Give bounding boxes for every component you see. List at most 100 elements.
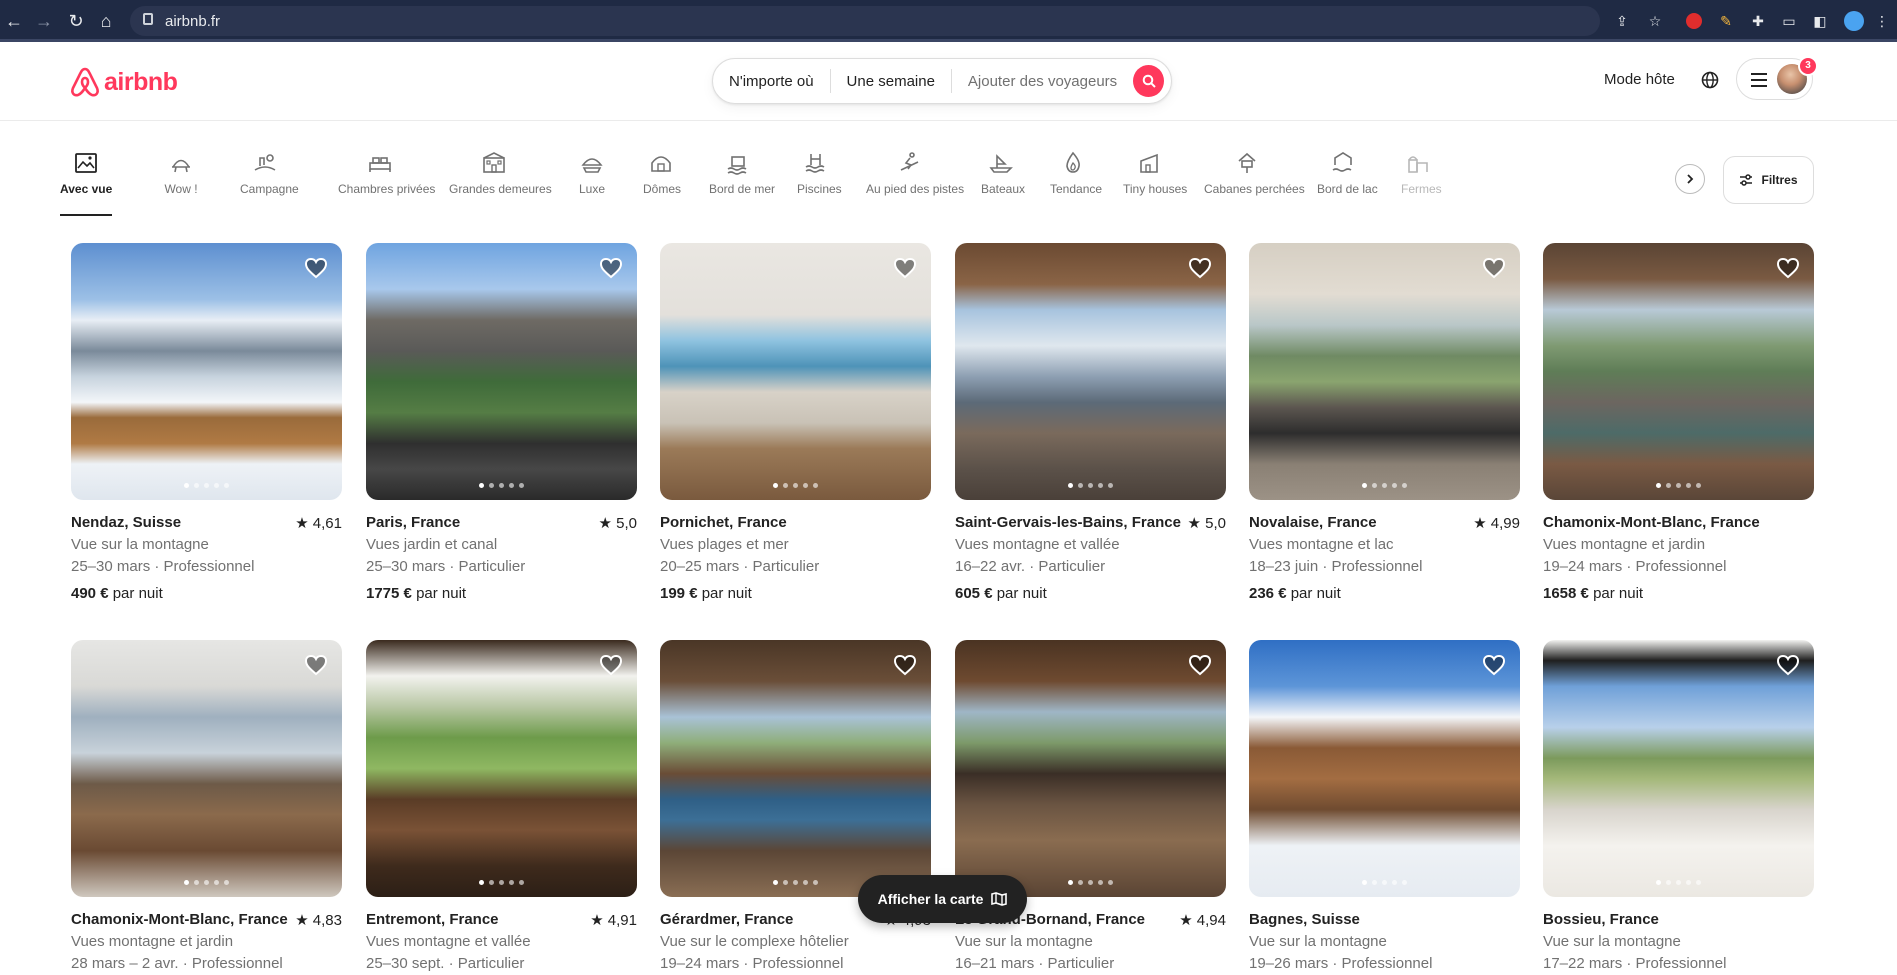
listing-rating: ★ 4,61: [295, 515, 342, 532]
category-cabanes-perchees[interactable]: Cabanes perchées: [1204, 150, 1305, 198]
category-au-pied-des-pistes[interactable]: Au pied des pistes: [866, 150, 964, 198]
heart-icon[interactable]: [893, 257, 917, 279]
category-chambres-privees[interactable]: Chambres privées: [338, 150, 435, 198]
extension-icon[interactable]: [1686, 13, 1702, 29]
listing-photo[interactable]: [1249, 640, 1520, 897]
search-when[interactable]: Une semaine: [831, 73, 951, 90]
listing-photo[interactable]: [660, 640, 931, 897]
listing-card[interactable]: Bossieu, France Vue sur la montagne 17–2…: [1543, 640, 1814, 975]
back-icon[interactable]: ←: [4, 11, 24, 31]
listing-card[interactable]: Gérardmer, France★ 4,93 Vue sur le compl…: [660, 640, 931, 975]
heart-icon[interactable]: [304, 257, 328, 279]
listing-photo[interactable]: [1543, 640, 1814, 897]
price-value: 1775 €: [366, 585, 412, 602]
airbnb-logo[interactable]: airbnb: [70, 66, 178, 98]
share-icon[interactable]: ⇪: [1612, 11, 1632, 31]
view-icon: [75, 153, 97, 173]
category-label: Au pied des pistes: [866, 182, 965, 196]
listing-card[interactable]: Chamonix-Mont-Blanc, France Vues montagn…: [1543, 243, 1814, 602]
puzzle-extension-icon[interactable]: ✚: [1748, 11, 1768, 31]
category-domes[interactable]: Dômes: [643, 150, 681, 198]
heart-icon[interactable]: [1482, 654, 1506, 676]
category-bord-de-lac[interactable]: Bord de lac: [1317, 150, 1378, 198]
bookmark-star-icon[interactable]: ☆: [1645, 11, 1665, 31]
heart-icon[interactable]: [599, 654, 623, 676]
search-bar[interactable]: N'importe où Une semaine Ajouter des voy…: [712, 58, 1172, 104]
show-map-label: Afficher la carte: [877, 891, 984, 907]
listing-view: Vue sur la montagne: [71, 536, 209, 553]
listing-photo[interactable]: [660, 243, 931, 500]
category-piscines[interactable]: Piscines: [797, 150, 842, 198]
category-wow[interactable]: Wow !: [164, 150, 198, 198]
category-campagne[interactable]: Campagne: [240, 150, 299, 198]
heart-icon[interactable]: [1188, 654, 1212, 676]
profile-icon[interactable]: [1844, 11, 1864, 31]
category-bateaux[interactable]: Bateaux: [981, 150, 1025, 198]
category-luxe[interactable]: Luxe: [577, 150, 607, 198]
cast-icon[interactable]: ▭: [1779, 11, 1799, 31]
search-icon: [1142, 74, 1156, 88]
browser-toolbar: ← → ↻ ⌂ airbnb.fr ⇪ ☆ ✎ ✚ ▭ ◧ ⋮: [0, 0, 1897, 42]
sidepanel-icon[interactable]: ◧: [1810, 11, 1830, 31]
url-text[interactable]: airbnb.fr: [165, 13, 220, 30]
listing-card[interactable]: Paris, France ★ 5,0 Vues jardin et canal …: [366, 243, 637, 602]
heart-icon[interactable]: [1776, 257, 1800, 279]
listing-photo[interactable]: [955, 640, 1226, 897]
listing-photo[interactable]: [955, 243, 1226, 500]
listing-location: Bossieu, France: [1543, 911, 1659, 928]
category-bar: Avec vue Wow ! Campagne Chambres privées…: [60, 150, 1690, 220]
listing-photo[interactable]: [71, 640, 342, 897]
mansion-icon: [482, 152, 505, 173]
category-tendance[interactable]: Tendance: [1050, 150, 1102, 198]
search-guests[interactable]: Ajouter des voyageurs: [952, 73, 1133, 90]
category-label: Cabanes perchées: [1204, 182, 1305, 196]
heart-icon[interactable]: [1776, 654, 1800, 676]
listing-photo[interactable]: [366, 243, 637, 500]
listing-view: Vues montagne et jardin: [1543, 536, 1706, 553]
search-where[interactable]: N'importe où: [713, 73, 830, 90]
photo-pagination: [1249, 880, 1520, 885]
listing-photo[interactable]: [1249, 243, 1520, 500]
listing-photo[interactable]: [366, 640, 637, 897]
globe-icon[interactable]: [1700, 70, 1720, 90]
category-tiny-houses[interactable]: Tiny houses: [1123, 150, 1187, 198]
heart-icon[interactable]: [599, 257, 623, 279]
listing-card[interactable]: Novalaise, France ★ 4,99 Vues montagne et…: [1249, 243, 1520, 602]
listing-view: Vues montagne et vallée: [366, 933, 531, 950]
heart-icon[interactable]: [1482, 257, 1506, 279]
beachfront-icon: [727, 156, 747, 175]
listing-photo[interactable]: [1543, 243, 1814, 500]
search-button[interactable]: [1133, 65, 1165, 97]
listing-card[interactable]: Bagnes, Suisse Vue sur la montagne 19–26…: [1249, 640, 1520, 975]
user-menu-button[interactable]: 3: [1736, 56, 1818, 100]
host-mode-link[interactable]: Mode hôte: [1604, 71, 1675, 88]
listing-card[interactable]: Chamonix-Mont-Blanc, France ★ 4,83 Vues m…: [71, 640, 342, 975]
listing-card[interactable]: Entremont, France ★ 4,91 Vues montagne et…: [366, 640, 637, 975]
show-map-button[interactable]: Afficher la carte: [858, 875, 1027, 923]
category-label: Piscines: [797, 182, 842, 196]
chevron-right-icon: [1687, 174, 1694, 184]
listing-dates: 19–24 mars · Professionnel: [1543, 558, 1727, 575]
home-icon[interactable]: ⌂: [96, 11, 116, 31]
filters-button[interactable]: Filtres: [1723, 156, 1814, 204]
category-label: Luxe: [578, 182, 606, 196]
listing-card[interactable]: Le Grand-Bornand, France ★ 4,94 Vue sur l…: [955, 640, 1226, 975]
listing-rating: ★ 4,83: [295, 912, 342, 929]
reload-icon[interactable]: ↻: [66, 11, 86, 31]
category-bord-de-mer[interactable]: Bord de mer: [709, 150, 775, 198]
brush-extension-icon[interactable]: ✎: [1716, 11, 1736, 31]
heart-icon[interactable]: [893, 654, 917, 676]
listing-card[interactable]: Saint-Gervais-les-Bains, France ★ 5,0 Vue…: [955, 243, 1226, 602]
category-fermes[interactable]: Fermes: [1401, 150, 1442, 198]
category-grandes-demeures[interactable]: Grandes demeures: [449, 150, 552, 198]
forward-icon[interactable]: →: [34, 11, 54, 31]
address-bar[interactable]: [130, 6, 1600, 36]
heart-icon[interactable]: [304, 654, 328, 676]
listing-card[interactable]: Nendaz, Suisse ★ 4,61 Vue sur la montagne…: [71, 243, 342, 602]
category-next-button[interactable]: [1675, 164, 1705, 194]
heart-icon[interactable]: [1188, 257, 1212, 279]
menu-dots-icon[interactable]: ⋮: [1872, 11, 1892, 31]
listing-photo[interactable]: [71, 243, 342, 500]
category-avec-vue[interactable]: Avec vue: [60, 150, 112, 216]
listing-card[interactable]: Pornichet, France Vues plages et mer 20–…: [660, 243, 931, 602]
